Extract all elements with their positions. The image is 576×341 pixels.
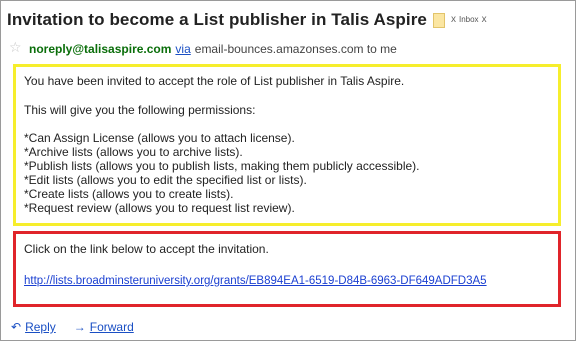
inbox-label[interactable]: Inbox [459,14,479,26]
star-icon[interactable]: ☆ [9,39,22,56]
sender-row: noreply@talisaspire.com via email-bounce… [29,41,397,57]
reply-actions: ↶ Reply → Forward [11,319,152,335]
permission-item: *Edit lists (allows you to edit the spec… [24,173,307,187]
permission-item: *Archive lists (allows you to archive li… [24,145,243,159]
invitation-link[interactable]: http://lists.broadminsteruniversity.org/… [24,274,487,288]
intro-line: You have been invited to accept the role… [24,74,405,88]
reply-link[interactable]: Reply [25,320,56,334]
subject-row: Invitation to become a List publisher in… [7,7,490,33]
reply-arrow-icon: ↶ [11,320,22,334]
email-subject: Invitation to become a List publisher in… [7,10,427,29]
permission-item: *Can Assign License (allows you to attac… [24,131,295,145]
permission-item: *Create lists (allows you to create list… [24,187,234,201]
permission-item: *Publish lists (allows you to publish li… [24,159,420,173]
invitation-link-highlight-box: Click on the link below to accept the in… [13,231,561,307]
forward-link[interactable]: Forward [90,320,134,334]
permissions-heading: This will give you the following permiss… [24,103,256,117]
label-color-icon[interactable] [432,12,445,28]
permission-item: *Request review (allows you to request l… [24,201,295,215]
permissions-highlight-box: You have been invited to accept the role… [13,64,561,226]
forward-arrow-icon: → [73,320,86,334]
email-view: Invitation to become a List publisher in… [0,0,576,341]
sender-address[interactable]: noreply@talisaspire.com [29,42,171,56]
label-remove-icon[interactable]: x [451,14,456,26]
label-chips: x Inbox x [432,12,490,28]
invitation-instruction: Click on the link below to accept the in… [24,242,269,256]
inbox-label-remove-icon[interactable]: x [482,14,487,26]
via-link[interactable]: via [175,42,190,56]
via-domain-recipient: email-bounces.amazonses.com to me [194,42,397,56]
